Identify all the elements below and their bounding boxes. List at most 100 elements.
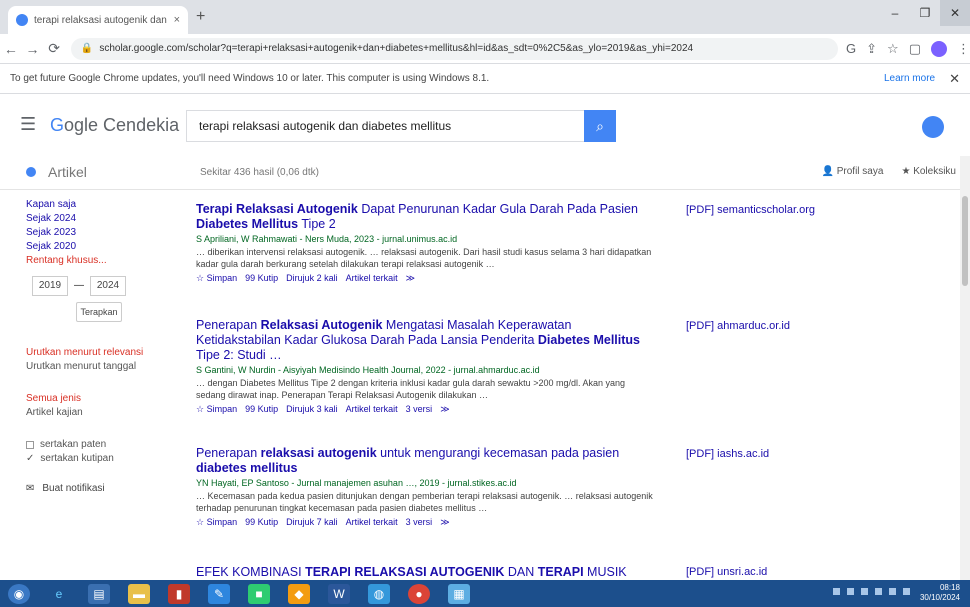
related-articles-link[interactable]: Artikel terkait	[346, 517, 398, 528]
more-link[interactable]: ≫	[440, 517, 449, 528]
include-patents-checkbox[interactable]: sertakan paten	[26, 438, 176, 452]
versions-link[interactable]: 3 versi	[406, 517, 433, 528]
cite-link[interactable]: 99 Kutip	[245, 273, 278, 284]
envelope-icon: ✉	[26, 483, 35, 494]
paint-icon[interactable]: ✎	[208, 583, 230, 604]
related-articles-link[interactable]: Artikel terkait	[346, 273, 398, 284]
year-to-input[interactable]: 2024	[90, 276, 126, 296]
search-button[interactable]: ⌕	[584, 110, 616, 142]
page-scrollbar[interactable]	[960, 156, 970, 580]
tray-icon[interactable]	[833, 588, 840, 595]
browser-tab-strip: terapi relaksasi autogenik dan d × + – ❐…	[0, 0, 970, 34]
result-title[interactable]: Penerapan Relaksasi Autogenik Mengatasi …	[196, 318, 656, 363]
related-articles-link[interactable]: Artikel terkait	[346, 404, 398, 415]
tray-icon[interactable]	[875, 588, 882, 595]
media-icon[interactable]: ◆	[288, 583, 310, 604]
chrome-icon[interactable]: ●	[408, 583, 430, 604]
google-lens-icon[interactable]: G	[846, 41, 856, 56]
clock[interactable]: 08:18 30/10/2024	[920, 583, 960, 603]
tab-search-icon[interactable]: ▢	[909, 41, 921, 57]
tab-close-icon[interactable]: ×	[174, 14, 180, 26]
cited-by-link[interactable]: Dirujuk 3 kali	[286, 404, 338, 415]
clock-date: 30/10/2024	[919, 593, 960, 602]
more-link[interactable]: ≫	[406, 273, 415, 284]
windows-taskbar: ◉ e ▤ ▬ ▮ ✎ ■ ◆ W ◍ ● ▦	[0, 580, 970, 607]
search-app-icon[interactable]: ◍	[368, 583, 390, 604]
filter-since-2020[interactable]: Sejak 2020	[26, 240, 176, 254]
tray-icon[interactable]	[903, 588, 910, 595]
reload-icon[interactable]: ⟳	[43, 40, 65, 57]
bookmark-star-icon[interactable]: ☆	[887, 41, 899, 57]
cite-link[interactable]: 99 Kutip	[245, 517, 278, 528]
maximize-button[interactable]: ❐	[910, 0, 940, 26]
result-title[interactable]: EFEK KOMBINASI TERAPI RELAKSASI AUTOGENI…	[196, 565, 656, 579]
my-library-link[interactable]: ★ Koleksiku	[901, 166, 956, 177]
filter-any-time[interactable]: Kapan saja	[26, 198, 176, 212]
apply-button[interactable]: Terapkan	[76, 302, 122, 322]
filter-custom-range[interactable]: Rentang khusus...	[26, 254, 176, 268]
network-app-icon[interactable]: ▦	[448, 583, 470, 604]
share-icon[interactable]: ⇪	[866, 41, 877, 57]
internet-explorer-icon[interactable]: e	[48, 584, 70, 604]
back-arrow-icon[interactable]: ←	[0, 41, 22, 57]
include-citations-checkbox[interactable]: ✓ sertakan kutipan	[26, 452, 176, 466]
profile-avatar[interactable]	[931, 40, 947, 57]
folder-icon[interactable]: ▬	[128, 583, 150, 604]
search-result: EFEK KOMBINASI TERAPI RELAKSASI AUTOGENI…	[196, 565, 656, 579]
infobar-close-icon[interactable]: ✕	[949, 71, 960, 87]
result-title[interactable]: Penerapan relaksasi autogenik untuk meng…	[196, 446, 656, 476]
green-app-icon[interactable]: ■	[248, 583, 270, 604]
save-link[interactable]: ☆ Simpan	[196, 273, 237, 284]
pdf-link[interactable]: [PDF] semanticscholar.org	[686, 204, 815, 216]
start-button-icon[interactable]: ◉	[8, 583, 30, 604]
close-window-button[interactable]: ✕	[940, 0, 970, 26]
filter-any-type[interactable]: Semua jenis	[26, 392, 176, 406]
cited-by-link[interactable]: Dirujuk 2 kali	[286, 273, 338, 284]
tray-icon[interactable]	[861, 588, 868, 595]
search-result: Penerapan Relaksasi Autogenik Mengatasi …	[196, 318, 656, 415]
menu-dots-icon[interactable]: ⋮	[957, 41, 970, 57]
filter-since-2023[interactable]: Sejak 2023	[26, 226, 176, 240]
app-icon[interactable]: ▮	[168, 583, 190, 604]
result-authors: YN Hayati, EP Santoso - Jurnal manajemen…	[196, 478, 517, 488]
system-tray	[833, 588, 910, 595]
pdf-link[interactable]: [PDF] unsri.ac.id	[686, 566, 767, 578]
scrollbar-thumb[interactable]	[962, 196, 968, 286]
create-alert-link[interactable]: ✉ Buat notifikasi	[26, 482, 176, 496]
save-link[interactable]: ☆ Simpan	[196, 404, 237, 415]
filter-review-articles[interactable]: Artikel kajian	[26, 406, 176, 420]
result-authors: S Gantini, W Nurdin - Aisyiyah Medisindo…	[196, 365, 540, 375]
account-avatar[interactable]	[922, 116, 944, 138]
tray-icon[interactable]	[847, 588, 854, 595]
result-snippet: … Kecemasan pada kedua pasien ditunjukan…	[196, 491, 653, 513]
tray-icon[interactable]	[889, 588, 896, 595]
new-tab-button[interactable]: +	[196, 8, 205, 26]
versions-link[interactable]: 3 versi	[406, 404, 433, 415]
result-authors: S Apriliani, W Rahmawati - Ners Muda, 20…	[196, 234, 458, 244]
scholar-logo[interactable]: Gogle Cendekia	[50, 115, 179, 136]
include-patents-label: sertakan paten	[40, 439, 107, 450]
browser-tab[interactable]: terapi relaksasi autogenik dan d ×	[8, 6, 188, 34]
more-link[interactable]: ≫	[440, 404, 449, 415]
result-title[interactable]: Terapi Relaksasi Autogenik Dapat Penurun…	[196, 202, 656, 232]
hamburger-menu-icon[interactable]: ☰	[20, 114, 36, 135]
search-input[interactable]: terapi relaksasi autogenik dan diabetes …	[186, 110, 584, 142]
cited-by-link[interactable]: Dirujuk 7 kali	[286, 517, 338, 528]
minimize-button[interactable]: –	[880, 0, 910, 26]
learn-more-link[interactable]: Learn more	[884, 73, 935, 84]
sort-relevance[interactable]: Urutkan menurut relevansi	[26, 346, 176, 360]
cite-link[interactable]: 99 Kutip	[245, 404, 278, 415]
filter-since-2024[interactable]: Sejak 2024	[26, 212, 176, 226]
save-link[interactable]: ☆ Simpan	[196, 517, 237, 528]
pdf-link[interactable]: [PDF] ahmarduc.or.id	[686, 320, 790, 332]
forward-arrow-icon[interactable]: →	[22, 41, 44, 57]
word-icon[interactable]: W	[328, 583, 350, 604]
address-bar[interactable]: 🔒 scholar.google.com/scholar?q=terapi+re…	[70, 37, 839, 60]
sort-date[interactable]: Urutkan menurut tanggal	[26, 360, 176, 374]
clock-time: 08:18	[939, 583, 960, 592]
section-label: Artikel	[26, 164, 87, 180]
file-explorer-icon[interactable]: ▤	[88, 583, 110, 604]
my-profile-link[interactable]: 👤 Profil saya	[822, 166, 884, 177]
pdf-link[interactable]: [PDF] iashs.ac.id	[686, 448, 769, 460]
year-from-input[interactable]: 2019	[32, 276, 68, 296]
